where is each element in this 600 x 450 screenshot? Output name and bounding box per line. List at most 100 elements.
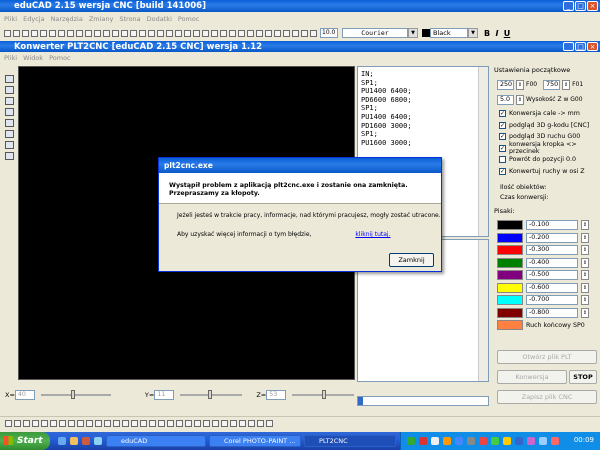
italic-button[interactable]: I bbox=[492, 29, 502, 38]
save-icon[interactable] bbox=[22, 29, 29, 37]
spin-icon[interactable]: ⇕ bbox=[581, 245, 589, 256]
quicklaunch-icon[interactable] bbox=[94, 437, 102, 445]
convert-button[interactable]: Konwersja bbox=[497, 370, 567, 384]
tool-icon[interactable] bbox=[266, 420, 273, 427]
spin-icon[interactable]: ⇕ bbox=[581, 257, 589, 268]
bold-button[interactable]: B bbox=[482, 29, 492, 38]
quicklaunch-icon[interactable] bbox=[70, 437, 78, 445]
new-icon[interactable] bbox=[4, 29, 11, 37]
line-icon[interactable] bbox=[32, 420, 39, 427]
tool-icon[interactable] bbox=[203, 420, 210, 427]
pen-color-8[interactable] bbox=[497, 307, 523, 318]
tray-icon[interactable] bbox=[419, 437, 427, 445]
y-input[interactable]: 11 bbox=[154, 390, 175, 400]
option-z-moves[interactable]: ✓ Konwertuj ruchy w osi Z bbox=[499, 166, 599, 178]
tool-icon[interactable] bbox=[94, 29, 101, 37]
menu-widok[interactable]: Widok bbox=[23, 54, 43, 62]
cube-side-icon[interactable] bbox=[5, 141, 14, 149]
tool-icon[interactable] bbox=[202, 29, 209, 37]
open-plt-button[interactable]: Otwórz plik PLT bbox=[497, 350, 597, 364]
pen-depth-1[interactable]: -0.100 bbox=[526, 220, 578, 231]
pen-color-5[interactable] bbox=[497, 270, 523, 281]
pen-color-2[interactable] bbox=[497, 232, 523, 243]
option-preview-3d[interactable]: ✓ podgląd 3D g-kodu [CNC] bbox=[499, 120, 599, 132]
menu-pliki[interactable]: Pliki bbox=[4, 54, 17, 62]
task-plt2cnc[interactable]: PLT2CNC bbox=[304, 435, 396, 447]
code-scrollbar[interactable] bbox=[478, 67, 488, 236]
task-corel[interactable]: Corel PHOTO-PAINT ... bbox=[209, 435, 301, 447]
print-icon[interactable] bbox=[31, 29, 38, 37]
redo-icon[interactable] bbox=[130, 29, 137, 37]
tray-icon[interactable] bbox=[455, 437, 463, 445]
tool-icon[interactable] bbox=[239, 420, 246, 427]
tool-icon[interactable] bbox=[248, 420, 255, 427]
zoom-fit-icon[interactable] bbox=[166, 29, 173, 37]
menu-pliki[interactable]: Pliki bbox=[4, 15, 17, 23]
end-move-color[interactable] bbox=[497, 320, 523, 331]
undo-icon[interactable] bbox=[121, 29, 128, 37]
tool-icon[interactable] bbox=[59, 420, 66, 427]
tool-icon[interactable] bbox=[86, 420, 93, 427]
slider-thumb[interactable] bbox=[208, 390, 213, 399]
tool-icon[interactable] bbox=[247, 29, 254, 37]
tray-icon[interactable] bbox=[407, 437, 415, 445]
tool-icon[interactable] bbox=[238, 29, 245, 37]
tray-icon[interactable] bbox=[491, 437, 499, 445]
quicklaunch-icon[interactable] bbox=[58, 437, 66, 445]
paste-icon[interactable] bbox=[58, 29, 65, 37]
start-button[interactable]: Start bbox=[0, 432, 50, 450]
zoom-out-icon[interactable] bbox=[148, 29, 155, 37]
pen-depth-6[interactable]: -0.600 bbox=[526, 282, 578, 293]
tool-icon[interactable] bbox=[220, 29, 227, 37]
tool-icon[interactable] bbox=[194, 420, 201, 427]
minimize-icon[interactable]: _ bbox=[563, 42, 574, 51]
spin-icon[interactable]: ⇕ bbox=[581, 232, 589, 243]
tool-icon[interactable] bbox=[310, 29, 317, 37]
chevron-down-icon[interactable]: ▼ bbox=[468, 28, 478, 38]
task-educad[interactable]: eduCAD bbox=[106, 435, 206, 447]
spin-icon[interactable]: ⇕ bbox=[516, 79, 524, 90]
zoom-in-icon[interactable] bbox=[5, 75, 14, 83]
option-return-zero[interactable]: Powrót do pozycji 0.0 bbox=[499, 154, 599, 166]
stop-button[interactable]: STOP bbox=[569, 370, 597, 384]
underline-button[interactable]: U bbox=[502, 29, 512, 38]
axis-icon[interactable] bbox=[5, 108, 14, 116]
tray-icon[interactable] bbox=[551, 437, 559, 445]
tool-icon[interactable] bbox=[283, 29, 290, 37]
checkbox[interactable] bbox=[499, 156, 506, 164]
tool-icon[interactable] bbox=[104, 420, 111, 427]
tool-icon[interactable] bbox=[50, 420, 57, 427]
cube-3d-icon[interactable] bbox=[5, 152, 14, 160]
feed-f00-input[interactable]: 250 bbox=[497, 79, 514, 90]
tool-icon[interactable] bbox=[103, 29, 110, 37]
snap-icon[interactable] bbox=[5, 420, 12, 427]
menu-pomoc[interactable]: Pomoc bbox=[178, 15, 200, 23]
z-slider[interactable] bbox=[292, 390, 355, 399]
x-input[interactable]: 40 bbox=[14, 390, 35, 400]
pen-color-3[interactable] bbox=[497, 245, 523, 256]
slider-thumb[interactable] bbox=[322, 390, 327, 399]
checkbox[interactable]: ✓ bbox=[499, 167, 506, 175]
tray-icon[interactable] bbox=[527, 437, 535, 445]
tool-icon[interactable] bbox=[256, 29, 263, 37]
tool-icon[interactable] bbox=[149, 420, 156, 427]
details-link[interactable]: kliknij tutaj. bbox=[355, 231, 390, 238]
pen-color-7[interactable] bbox=[497, 295, 523, 306]
open-icon[interactable] bbox=[13, 29, 20, 37]
menu-narzedzia[interactable]: Narzędzia bbox=[51, 15, 83, 23]
checkbox[interactable]: ✓ bbox=[499, 110, 506, 118]
tray-icon[interactable] bbox=[539, 437, 547, 445]
zoom-field[interactable]: 10.0 bbox=[320, 28, 338, 38]
cube-front-icon[interactable] bbox=[5, 130, 14, 138]
tool-icon[interactable] bbox=[140, 420, 147, 427]
tool-icon[interactable] bbox=[193, 29, 200, 37]
tool-icon[interactable] bbox=[301, 29, 308, 37]
feed-f01-input[interactable]: 750 bbox=[543, 79, 561, 90]
slider-thumb[interactable] bbox=[70, 390, 75, 399]
tool-icon[interactable] bbox=[211, 29, 218, 37]
spin-icon[interactable]: ⇕ bbox=[562, 79, 571, 90]
pen-color-4[interactable] bbox=[497, 257, 523, 268]
close-button[interactable]: Zamknij bbox=[389, 253, 434, 267]
option-dot-comma[interactable]: ✓ konwersja kropka <> przecinek bbox=[499, 141, 599, 155]
spin-icon[interactable]: ⇕ bbox=[516, 94, 524, 105]
